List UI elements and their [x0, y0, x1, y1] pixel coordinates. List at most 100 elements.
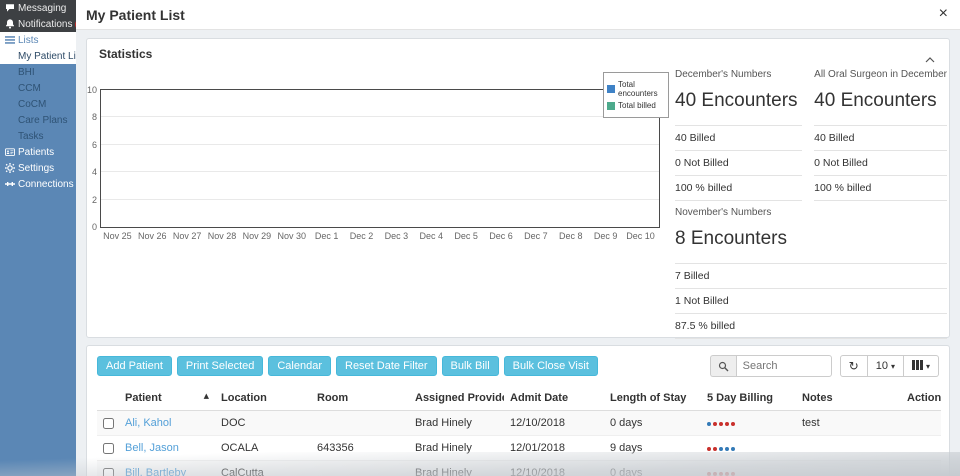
sidebar-item-label: Tasks [18, 131, 44, 142]
calendar-button[interactable]: Calendar [268, 356, 331, 376]
x-axis-label: Dec 5 [449, 231, 484, 241]
sidebar-item-lists[interactable]: Lists [0, 32, 76, 48]
notes-cell [796, 436, 901, 461]
sidebar-item-patients[interactable]: Patients [0, 144, 76, 160]
sidebar-item-settings[interactable]: Settings [0, 160, 76, 176]
gridline [101, 144, 659, 145]
actions-cell [901, 411, 941, 436]
patient-list-panel: Add Patient Print Selected Calendar Rese… [86, 345, 950, 476]
summary-header: November's Numbers [675, 207, 947, 218]
summary-stat: 87.5 % billed [675, 313, 947, 338]
sidebar-item-notifications[interactable]: Notifications 92 [0, 16, 76, 32]
checkbox-cell [97, 411, 119, 436]
billing-dot [725, 422, 729, 426]
gridline [101, 171, 659, 172]
billing-dots [707, 422, 735, 426]
billing-dot [725, 472, 729, 476]
y-axis-tick: 2 [83, 195, 97, 205]
app-window: Messaging Notifications 92 Lists My Pati… [0, 0, 960, 476]
summary-total: 40 Encounters [675, 90, 802, 112]
sidebar-item-label: Connections [18, 179, 74, 190]
top-bar: My Patient List × [76, 0, 960, 30]
y-axis-tick: 4 [83, 167, 97, 177]
legend-item-encounters[interactable]: Total encounters [607, 80, 665, 98]
patient-cell: Ali, Kahol [119, 411, 215, 436]
sidebar-item-my-patient-list[interactable]: My Patient List [0, 48, 76, 64]
november-summary: November's Numbers 8 Encounters 7 Billed… [675, 207, 947, 339]
refresh-button[interactable]: ↻ [840, 355, 868, 377]
close-icon[interactable]: × [939, 4, 948, 24]
all-oral-surgeon-summary: All Oral Surgeon in December 40 Encounte… [814, 63, 947, 201]
summary-stat: 40 Billed [814, 125, 947, 150]
y-axis-tick: 6 [83, 140, 97, 150]
column-header-provider[interactable]: Assigned Provider(s) [409, 386, 504, 411]
x-axis-label: Dec 8 [553, 231, 588, 241]
columns-icon [912, 360, 923, 373]
room-cell [311, 461, 409, 476]
location-cell: CalCutta [215, 461, 311, 476]
statistics-panel: Statistics Total encounters Total billed… [86, 38, 950, 338]
billing-dot [719, 447, 723, 451]
add-patient-button[interactable]: Add Patient [97, 356, 172, 376]
bulk-close-visit-button[interactable]: Bulk Close Visit [504, 356, 598, 376]
billing-dot [713, 447, 717, 451]
x-axis-label: Dec 10 [623, 231, 658, 241]
x-axis-label: Nov 26 [135, 231, 170, 241]
table-controls: ↻ 10 ▾ ▾ [840, 355, 939, 377]
sidebar-item-connections[interactable]: Connections [0, 176, 76, 192]
column-header-patient[interactable]: Patient ▲ [119, 386, 215, 411]
search-input[interactable] [736, 355, 832, 377]
length-of-stay-cell: 0 days [604, 461, 701, 476]
billing-dot [731, 422, 735, 426]
row-checkbox[interactable] [103, 418, 114, 429]
sidebar-item-ccm[interactable]: CCM [0, 80, 76, 96]
sidebar-item-messaging[interactable]: Messaging [0, 0, 76, 16]
x-axis-label: Dec 2 [344, 231, 379, 241]
table-row: Bell, Jason OCALA 643356 Brad Hinely 12/… [97, 436, 941, 461]
table-toolbar: Add Patient Print Selected Calendar Rese… [97, 354, 939, 378]
x-axis-label: Nov 29 [240, 231, 275, 241]
summary-stat: 7 Billed [675, 263, 947, 288]
billing-dot [725, 447, 729, 451]
row-checkbox[interactable] [103, 443, 114, 454]
column-header-admit-date[interactable]: Admit Date [504, 386, 604, 411]
summary-panel: December's Numbers 40 Encounters 40 Bill… [675, 63, 947, 339]
sidebar-item-label: CoCM [18, 99, 46, 110]
sidebar-item-label: BHI [18, 67, 35, 78]
column-header-room[interactable]: Room [311, 386, 409, 411]
connections-icon [5, 179, 18, 189]
summary-stat: 1 Not Billed [675, 288, 947, 313]
sidebar-item-cocm[interactable]: CoCM [0, 96, 76, 112]
sidebar-item-tasks[interactable]: Tasks [0, 128, 76, 144]
reset-date-filter-button[interactable]: Reset Date Filter [336, 356, 437, 376]
legend-label: Total billed [618, 101, 656, 110]
chart-legend: Total encounters Total billed [603, 72, 669, 118]
patient-link[interactable]: Bill, Bartleby [125, 467, 186, 476]
length-of-stay-cell: 0 days [604, 411, 701, 436]
row-checkbox[interactable] [103, 468, 114, 476]
page-size-dropdown[interactable]: 10 ▾ [868, 355, 904, 377]
billing-dot [731, 447, 735, 451]
search-box [710, 355, 832, 377]
bell-icon [5, 19, 18, 29]
location-cell: DOC [215, 411, 311, 436]
column-header-location[interactable]: Location [215, 386, 311, 411]
bulk-bill-button[interactable]: Bulk Bill [442, 356, 499, 376]
column-header-notes[interactable]: Notes [796, 386, 901, 411]
patient-link[interactable]: Ali, Kahol [125, 417, 171, 429]
sidebar-item-label: Notifications [18, 19, 72, 30]
summary-total: 8 Encounters [675, 228, 947, 250]
sidebar-item-bhi[interactable]: BHI [0, 64, 76, 80]
sidebar-item-care-plans[interactable]: Care Plans [0, 112, 76, 128]
billing-cell [701, 461, 796, 476]
patient-link[interactable]: Bell, Jason [125, 442, 179, 454]
columns-dropdown[interactable]: ▾ [904, 355, 939, 377]
print-selected-button[interactable]: Print Selected [177, 356, 263, 376]
summary-stat: 0 Not Billed [814, 150, 947, 175]
column-header-length-of-stay[interactable]: Length of Stay [604, 386, 701, 411]
billing-dot [713, 472, 717, 476]
legend-item-billed[interactable]: Total billed [607, 101, 665, 110]
column-header-5-day-billing[interactable]: 5 Day Billing [701, 386, 796, 411]
main-content: Statistics Total encounters Total billed… [76, 30, 960, 476]
checkbox-cell [97, 461, 119, 476]
